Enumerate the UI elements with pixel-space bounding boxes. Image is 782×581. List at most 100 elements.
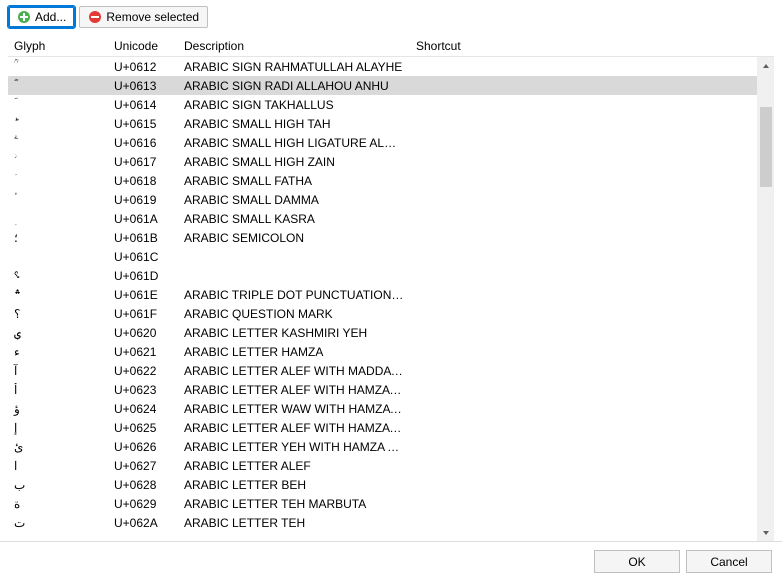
- cell-unicode: U+0629: [108, 497, 178, 511]
- cell-glyph: ؤ: [8, 402, 108, 416]
- table-row[interactable]: ؛U+061BARABIC SEMICOLON: [8, 228, 774, 247]
- cell-unicode: U+0620: [108, 326, 178, 340]
- cell-glyph: ؒ: [8, 59, 108, 74]
- cell-unicode: U+061D: [108, 269, 178, 283]
- cell-description: ARABIC LETTER TEH: [178, 516, 410, 530]
- table-body[interactable]: ؒU+0612ARABIC SIGN RAHMATULLAH ALAYHEؓU+…: [8, 57, 774, 541]
- table-row[interactable]: ؘU+0618ARABIC SMALL FATHA: [8, 171, 774, 190]
- cell-unicode: U+0625: [108, 421, 178, 435]
- cell-unicode: U+0626: [108, 440, 178, 454]
- cell-unicode: U+0618: [108, 174, 178, 188]
- cell-glyph: ؚ: [8, 211, 108, 226]
- table-row[interactable]: تU+062AARABIC LETTER TEH: [8, 513, 774, 532]
- table-row[interactable]: آU+0622ARABIC LETTER ALEF WITH MADDA ABO: [8, 361, 774, 380]
- cell-description: ARABIC LETTER BEH: [178, 478, 410, 492]
- cancel-button[interactable]: Cancel: [686, 550, 772, 573]
- table-row[interactable]: ءU+0621ARABIC LETTER HAMZA: [8, 342, 774, 361]
- cell-description: ARABIC LETTER YEH WITH HAMZA ABOVE: [178, 440, 410, 454]
- table-row[interactable]: إU+0625ARABIC LETTER ALEF WITH HAMZA BEL…: [8, 418, 774, 437]
- cell-unicode: U+0617: [108, 155, 178, 169]
- cell-glyph: ؟: [8, 307, 108, 321]
- cell-glyph: ؛: [8, 231, 108, 245]
- dialog-root: Add... Remove selected Glyph Unicode Des…: [0, 0, 782, 581]
- cell-description: ARABIC LETTER TEH MARBUTA: [178, 497, 410, 511]
- cell-unicode: U+0628: [108, 478, 178, 492]
- cell-glyph: ؞: [8, 288, 108, 302]
- table-row[interactable]: ئU+0626ARABIC LETTER YEH WITH HAMZA ABOV…: [8, 437, 774, 456]
- table-row[interactable]: ؠU+0620ARABIC LETTER KASHMIRI YEH: [8, 323, 774, 342]
- cell-description: ARABIC TRIPLE DOT PUNCTUATION MARK: [178, 288, 410, 302]
- cell-glyph: ة: [8, 497, 108, 511]
- cell-unicode: U+061A: [108, 212, 178, 226]
- cell-glyph: ء: [8, 345, 108, 359]
- cell-description: ARABIC LETTER ALEF WITH HAMZA BELO: [178, 421, 410, 435]
- cell-description: ARABIC SMALL HIGH ZAIN: [178, 155, 410, 169]
- col-header-glyph[interactable]: Glyph: [8, 37, 108, 55]
- cell-unicode: U+061B: [108, 231, 178, 245]
- cell-description: ARABIC SIGN RAHMATULLAH ALAYHE: [178, 60, 410, 74]
- table-row[interactable]: ؗU+0617ARABIC SMALL HIGH ZAIN: [8, 152, 774, 171]
- cell-unicode: U+0623: [108, 383, 178, 397]
- add-button[interactable]: Add...: [8, 6, 75, 28]
- table-row[interactable]: اU+0627ARABIC LETTER ALEF: [8, 456, 774, 475]
- table-row[interactable]: ؟U+061FARABIC QUESTION MARK: [8, 304, 774, 323]
- table-row[interactable]: ؔU+0614ARABIC SIGN TAKHALLUS: [8, 95, 774, 114]
- cell-unicode: U+0619: [108, 193, 178, 207]
- cell-unicode: U+0624: [108, 402, 178, 416]
- remove-icon: [88, 10, 102, 24]
- cell-description: ARABIC LETTER ALEF: [178, 459, 410, 473]
- cell-unicode: U+061F: [108, 307, 178, 321]
- cell-glyph: آ: [8, 364, 108, 378]
- cell-description: ARABIC SEMICOLON: [178, 231, 410, 245]
- cell-description: ARABIC LETTER WAW WITH HAMZA ABO: [178, 402, 410, 416]
- cell-glyph: ؙ: [8, 192, 108, 207]
- cell-description: ARABIC QUESTION MARK: [178, 307, 410, 321]
- ok-button[interactable]: OK: [594, 550, 680, 573]
- table-row[interactable]: بU+0628ARABIC LETTER BEH: [8, 475, 774, 494]
- table-row[interactable]: أU+0623ARABIC LETTER ALEF WITH HAMZA ABO: [8, 380, 774, 399]
- cell-unicode: U+061C: [108, 250, 178, 264]
- cancel-button-label: Cancel: [710, 555, 747, 569]
- cell-unicode: U+0613: [108, 79, 178, 93]
- table-row[interactable]: ةU+0629ARABIC LETTER TEH MARBUTA: [8, 494, 774, 513]
- vertical-scrollbar[interactable]: [757, 57, 774, 541]
- table-row[interactable]: ؕU+0615ARABIC SMALL HIGH TAH: [8, 114, 774, 133]
- cell-glyph: ؔ: [8, 97, 108, 112]
- table-row[interactable]: ؙU+0619ARABIC SMALL DAMMA: [8, 190, 774, 209]
- cell-glyph: أ: [8, 383, 108, 397]
- add-button-label: Add...: [35, 10, 66, 24]
- scroll-thumb[interactable]: [760, 107, 772, 187]
- table-header: Glyph Unicode Description Shortcut: [8, 35, 774, 57]
- scroll-up-button[interactable]: [758, 57, 774, 74]
- cell-glyph: ئ: [8, 440, 108, 454]
- cell-unicode: U+0622: [108, 364, 178, 378]
- col-header-unicode[interactable]: Unicode: [108, 37, 178, 55]
- col-header-description[interactable]: Description: [178, 37, 410, 55]
- cell-description: ARABIC LETTER ALEF WITH MADDA ABO: [178, 364, 410, 378]
- cell-unicode: U+0614: [108, 98, 178, 112]
- cell-glyph: ؘ: [8, 173, 108, 188]
- table-row[interactable]: ؒU+0612ARABIC SIGN RAHMATULLAH ALAYHE: [8, 57, 774, 76]
- cell-description: ARABIC SMALL HIGH LIGATURE ALEF WIT...: [178, 136, 410, 150]
- cell-glyph: ؕ: [8, 117, 108, 131]
- table-row[interactable]: ؓU+0613ARABIC SIGN RADI ALLAHOU ANHU: [8, 76, 774, 95]
- remove-selected-button[interactable]: Remove selected: [79, 6, 208, 28]
- cell-unicode: U+062A: [108, 516, 178, 530]
- cell-description: ARABIC SMALL KASRA: [178, 212, 410, 226]
- scroll-down-button[interactable]: [758, 524, 774, 541]
- table-row[interactable]: U+061C: [8, 247, 774, 266]
- table-row[interactable]: ؤU+0624ARABIC LETTER WAW WITH HAMZA ABO: [8, 399, 774, 418]
- cell-glyph: ا: [8, 459, 108, 473]
- ok-button-label: OK: [628, 555, 645, 569]
- table-row[interactable]: ؚU+061AARABIC SMALL KASRA: [8, 209, 774, 228]
- cell-description: ARABIC SIGN TAKHALLUS: [178, 98, 410, 112]
- table-row[interactable]: ؞U+061EARABIC TRIPLE DOT PUNCTUATION MAR…: [8, 285, 774, 304]
- cell-glyph: ؓ: [8, 78, 108, 93]
- cell-description: ARABIC SMALL DAMMA: [178, 193, 410, 207]
- table-row[interactable]: ؖU+0616ARABIC SMALL HIGH LIGATURE ALEF W…: [8, 133, 774, 152]
- cell-unicode: U+0621: [108, 345, 178, 359]
- cell-glyph: إ: [8, 421, 108, 435]
- cell-glyph: ت: [8, 516, 108, 530]
- col-header-shortcut[interactable]: Shortcut: [410, 37, 463, 55]
- table-row[interactable]: ؝U+061D: [8, 266, 774, 285]
